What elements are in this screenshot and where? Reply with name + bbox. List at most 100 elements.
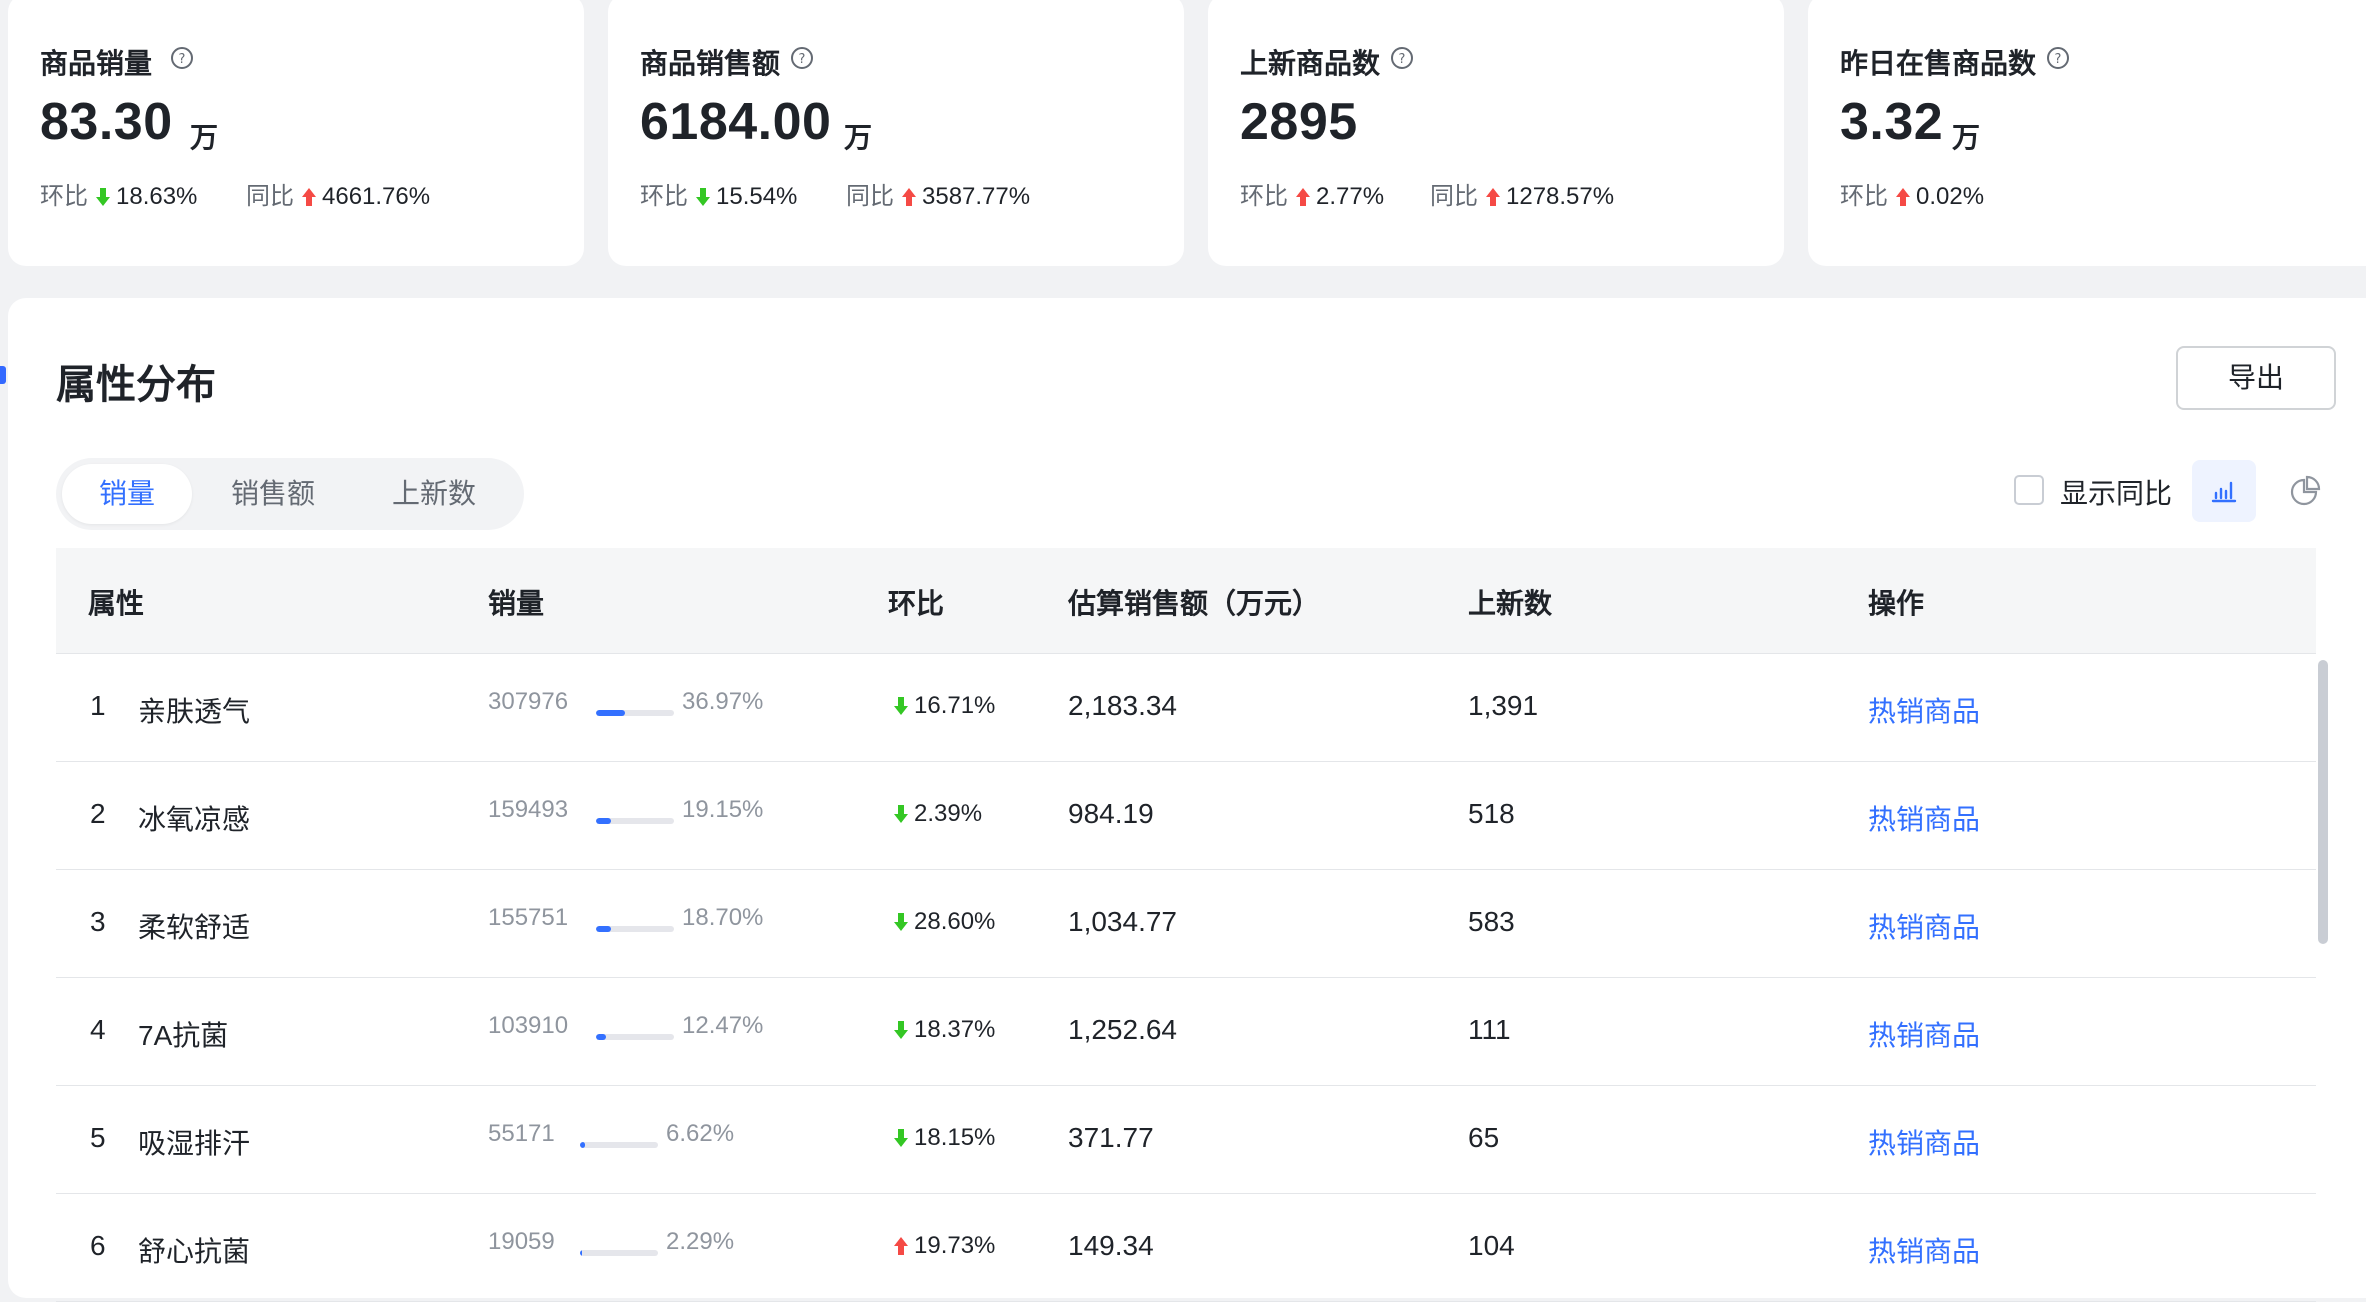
amount-value: 149.34: [1068, 1230, 1154, 1261]
arrow-down-icon: [894, 1021, 908, 1039]
export-button[interactable]: 导出: [2176, 346, 2336, 410]
yoy-value: 4661.76%: [322, 183, 431, 210]
stat-card-sales-amount: 商品销售额 ? 6184.00 万 环比 15.54% 同比 3587.77%: [608, 0, 1184, 266]
pie-view-button[interactable]: [2272, 460, 2336, 522]
mom-label: 环比: [640, 183, 688, 210]
arrow-down-icon: [696, 188, 710, 206]
stat-yoy: 同比 1278.57%: [1430, 176, 1614, 211]
hot-items-link[interactable]: 热销商品: [1868, 1014, 1980, 1054]
col-header-amount[interactable]: 估算销售额（万元）: [1068, 582, 1320, 622]
attribute-name: 7A抗菌: [138, 1020, 229, 1051]
share-value: 36.97%: [682, 688, 764, 715]
help-icon[interactable]: ?: [1390, 46, 1414, 70]
stat-title: 昨日在售商品数: [1840, 48, 2037, 79]
sales-value: 55171: [488, 1120, 555, 1147]
sales-value: 155751: [488, 904, 569, 931]
table-row: 6 舒心抗菌 19059 2.29% 19.73% 149.34 104 热销商品: [56, 1194, 2316, 1302]
svg-text:?: ?: [799, 52, 806, 67]
amount-value: 984.19: [1068, 798, 1154, 829]
metric-tabs: 销量 销售额 上新数: [56, 458, 524, 530]
share-bar: [596, 1034, 674, 1040]
svg-text:?: ?: [1399, 52, 1406, 67]
arrow-down-icon: [894, 1129, 908, 1147]
bar-chart-icon: [2211, 481, 2237, 503]
tab-sales-volume[interactable]: 销量: [62, 464, 192, 524]
table-row: 2 冰氧凉感 159493 19.15% 2.39% 984.19 518 热销商品: [56, 762, 2316, 870]
hot-items-link[interactable]: 热销商品: [1868, 798, 1980, 838]
hot-items-link[interactable]: 热销商品: [1868, 1122, 1980, 1162]
arrow-up-icon: [1486, 188, 1500, 206]
hot-items-link[interactable]: 热销商品: [1868, 906, 1980, 946]
new-count: 104: [1468, 1230, 1515, 1261]
rank: 5: [90, 1122, 106, 1153]
stat-mom: 环比 18.63%: [40, 176, 197, 211]
stat-unit: 万: [190, 122, 219, 153]
arrow-up-icon: [894, 1237, 908, 1255]
tab-sales-amount[interactable]: 销售额: [198, 464, 348, 524]
help-icon[interactable]: ?: [790, 46, 814, 70]
sales-value: 159493: [488, 796, 569, 823]
new-count: 583: [1468, 906, 1515, 937]
yoy-label: 同比: [246, 183, 294, 210]
new-count: 518: [1468, 798, 1515, 829]
section-accent: [0, 366, 6, 384]
table-row: 5 吸湿排汗 55171 6.62% 18.15% 371.77 65 热销商品: [56, 1086, 2316, 1194]
stat-unit: 万: [844, 122, 873, 153]
show-yoy-checkbox[interactable]: [2014, 475, 2044, 505]
share-bar-fill: [596, 1034, 606, 1040]
mom-cell: 19.73%: [894, 1232, 995, 1260]
arrow-up-icon: [302, 188, 316, 206]
share-value: 12.47%: [682, 1012, 764, 1039]
mom-cell: 28.60%: [894, 908, 995, 936]
help-icon[interactable]: ?: [170, 46, 194, 70]
help-icon[interactable]: ?: [2046, 46, 2070, 70]
rank: 6: [90, 1230, 106, 1261]
share-bar: [580, 1250, 658, 1256]
share-bar-fill: [580, 1142, 586, 1148]
svg-text:?: ?: [2055, 52, 2062, 67]
col-header-new[interactable]: 上新数: [1468, 582, 1552, 622]
attribute-name: 柔软舒适: [138, 912, 251, 943]
table-scrollbar[interactable]: [2318, 660, 2328, 944]
hot-items-link[interactable]: 热销商品: [1868, 1230, 1980, 1270]
stats-row: 商品销量 ? 83.30 万 环比 18.63% 同比 4661.76% 商品销售额…: [0, 0, 2366, 266]
stat-unit: 万: [1952, 122, 1981, 153]
svg-text:?: ?: [179, 52, 186, 67]
arrow-up-icon: [1896, 188, 1910, 206]
mom-cell: 16.71%: [894, 692, 995, 720]
arrow-down-icon: [96, 188, 110, 206]
table-header: 属性 销量 环比 估算销售额（万元） 上新数 操作: [56, 548, 2316, 654]
stat-value: 6184.00: [640, 93, 832, 151]
col-header-sales[interactable]: 销量: [488, 582, 544, 622]
arrow-up-icon: [1296, 188, 1310, 206]
amount-value: 371.77: [1068, 1122, 1154, 1153]
bar-view-button[interactable]: [2192, 460, 2256, 522]
show-yoy-label[interactable]: 显示同比: [2060, 472, 2172, 512]
stat-card-on-sale-yesterday: 昨日在售商品数 ? 3.32 万 环比 0.02%: [1808, 0, 2366, 266]
sales-value: 307976: [488, 688, 569, 715]
stat-title: 商品销量: [40, 48, 153, 79]
rank: 2: [90, 798, 106, 829]
mom-cell: 18.37%: [894, 1016, 995, 1044]
share-value: 19.15%: [682, 796, 764, 823]
section-title: 属性分布: [56, 363, 216, 407]
stat-yoy: 同比 4661.76%: [246, 176, 430, 211]
new-count: 1,391: [1468, 690, 1539, 721]
stat-title: 商品销售额: [640, 48, 781, 79]
col-header-action: 操作: [1868, 588, 1925, 619]
share-bar-fill: [596, 926, 611, 932]
tab-new-items[interactable]: 上新数: [354, 464, 514, 524]
sales-value: 103910: [488, 1012, 569, 1039]
col-header-attribute[interactable]: 属性: [88, 582, 144, 622]
pie-chart-icon: [2290, 475, 2321, 506]
amount-value: 1,252.64: [1068, 1014, 1177, 1045]
stat-card-new-items: 上新商品数 ? 2895 环比 2.77% 同比 1278.57%: [1208, 0, 1784, 266]
arrow-down-icon: [894, 913, 908, 931]
mom-cell: 2.39%: [894, 800, 982, 828]
arrow-up-icon: [902, 188, 916, 206]
share-bar-fill: [596, 710, 625, 716]
stat-value: 2895: [1240, 93, 1358, 151]
hot-items-link[interactable]: 热销商品: [1868, 690, 1980, 730]
col-header-mom[interactable]: 环比: [888, 582, 944, 622]
rank: 4: [90, 1014, 106, 1045]
